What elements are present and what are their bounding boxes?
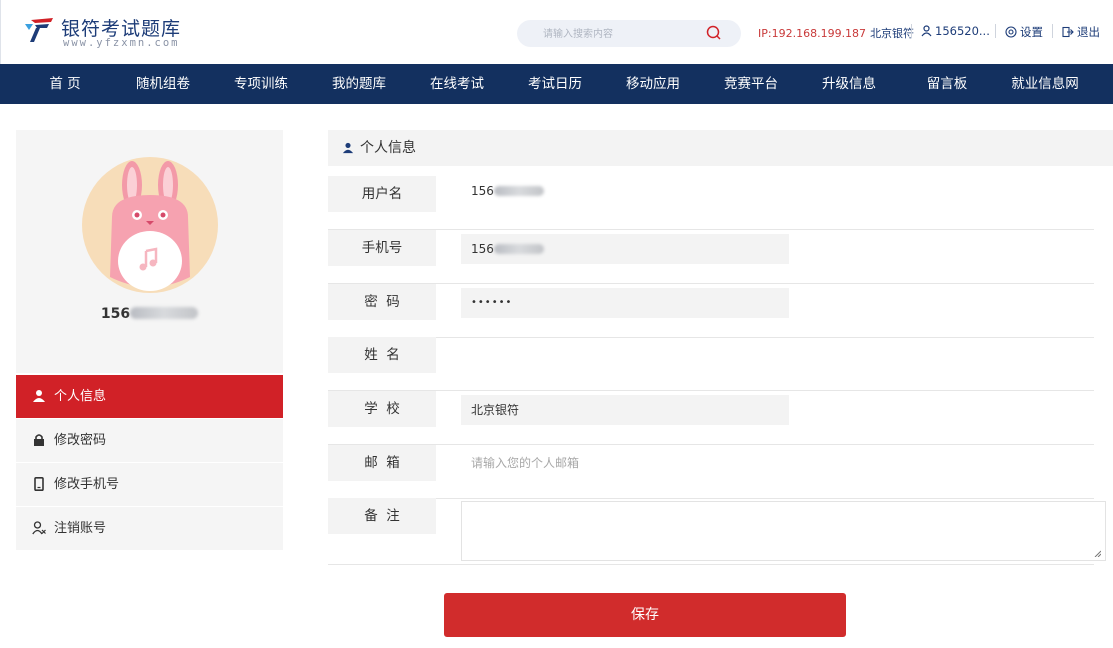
profile-username: 156 [16, 306, 283, 322]
divider [911, 24, 912, 38]
phone-icon [34, 477, 44, 491]
user-menu[interactable]: 156520... [921, 24, 990, 38]
user-name: 156520... [935, 24, 990, 38]
avatar[interactable] [82, 157, 218, 293]
logout-link[interactable]: 退出 [1062, 24, 1100, 40]
nav-upgrade-info[interactable]: 升级信息 [800, 64, 898, 104]
username-prefix: 156 [100, 306, 131, 322]
menu-delete-account[interactable]: 注销账号 [16, 507, 283, 551]
section-title-text: 个人信息 [360, 140, 416, 156]
form-row-name: 姓 名 [328, 337, 1094, 391]
note-textarea[interactable] [461, 501, 1106, 561]
name-field[interactable] [461, 337, 789, 367]
password-field[interactable]: •••••• [461, 288, 789, 318]
nav-random-paper[interactable]: 随机组卷 [114, 64, 212, 104]
username-prefix: 156 [471, 184, 494, 198]
form-row-email: 邮 箱 请输入您的个人邮箱 [328, 445, 1094, 499]
resize-grip-icon[interactable] [1093, 549, 1101, 557]
search-input[interactable] [543, 25, 703, 43]
menu-personal-info[interactable]: 个人信息 [16, 375, 283, 419]
rabbit-avatar-icon [110, 161, 190, 291]
username-value: 156 [461, 176, 789, 206]
lock-icon [34, 434, 44, 446]
menu-label: 修改手机号 [54, 477, 120, 492]
form-row-school: 学 校 北京银符 [328, 391, 1094, 445]
search-box [517, 20, 741, 47]
user-remove-icon [32, 521, 46, 535]
divider [1052, 24, 1053, 38]
form-row-phone: 手机号 156 [328, 230, 1094, 284]
menu-change-password[interactable]: 修改密码 [16, 419, 283, 463]
user-outline-icon [921, 25, 932, 37]
phone-label: 手机号 [328, 230, 436, 266]
nav-online-exam[interactable]: 在线考试 [408, 64, 506, 104]
phone-prefix: 156 [471, 242, 494, 256]
redacted-mask [130, 307, 199, 319]
phone-field[interactable]: 156 [461, 234, 789, 264]
divider [995, 24, 996, 38]
note-label: 备 注 [328, 498, 436, 534]
redacted-mask [493, 244, 544, 254]
logo[interactable]: 银符考试题库 www.yfzxmn.com [23, 12, 203, 52]
settings-label: 设置 [1020, 25, 1043, 39]
menu-label: 个人信息 [54, 389, 107, 404]
ip-address: IP:192.168.199.187 [758, 27, 867, 40]
menu-label: 修改密码 [54, 433, 107, 448]
account-menu: 个人信息 修改密码 修改手机号 注销账号 [16, 375, 283, 551]
search-icon[interactable] [705, 24, 723, 42]
nav-my-questions[interactable]: 我的题库 [310, 64, 408, 104]
email-label: 邮 箱 [328, 445, 436, 481]
gear-icon [1005, 26, 1017, 38]
section-title: 个人信息 [328, 130, 1113, 166]
redacted-mask [493, 186, 544, 196]
name-label: 姓 名 [328, 337, 436, 373]
save-button[interactable]: 保存 [444, 593, 846, 637]
form-row-password: 密 码 •••••• [328, 284, 1094, 338]
form-row-note: 备 注 [328, 498, 1106, 565]
ip-info: IP:192.168.199.187 北京银符 [758, 25, 914, 41]
nav-exam-calendar[interactable]: 考试日历 [506, 64, 604, 104]
org-name: 北京银符 [870, 27, 915, 40]
main-nav: 首 页 随机组卷 专项训练 我的题库 在线考试 考试日历 移动应用 竞赛平台 升… [0, 64, 1113, 104]
nav-message-board[interactable]: 留言板 [898, 64, 996, 104]
logout-icon [1062, 26, 1074, 38]
logo-mark-icon [25, 18, 53, 42]
school-label: 学 校 [328, 391, 436, 427]
settings-link[interactable]: 设置 [1005, 24, 1043, 40]
email-field[interactable]: 请输入您的个人邮箱 [461, 448, 789, 478]
nav-home[interactable]: 首 页 [16, 64, 114, 104]
header: 银符考试题库 www.yfzxmn.com IP:192.168.199.187… [0, 0, 1113, 64]
password-label: 密 码 [328, 284, 436, 320]
school-field[interactable]: 北京银符 [461, 395, 789, 425]
profile-card: 156 [16, 130, 283, 373]
nav-special-training[interactable]: 专项训练 [212, 64, 310, 104]
nav-contest[interactable]: 竞赛平台 [702, 64, 800, 104]
logout-label: 退出 [1077, 25, 1100, 39]
menu-label: 注销账号 [54, 521, 107, 536]
nav-mobile-app[interactable]: 移动应用 [604, 64, 702, 104]
nav-jobs[interactable]: 就业信息网 [996, 64, 1094, 104]
form-row-username: 用户名 156 [328, 176, 1094, 230]
user-icon [342, 142, 354, 154]
brand-url: www.yfzxmn.com [63, 37, 180, 49]
username-label: 用户名 [328, 176, 436, 212]
menu-change-phone[interactable]: 修改手机号 [16, 463, 283, 507]
user-icon [33, 390, 45, 402]
